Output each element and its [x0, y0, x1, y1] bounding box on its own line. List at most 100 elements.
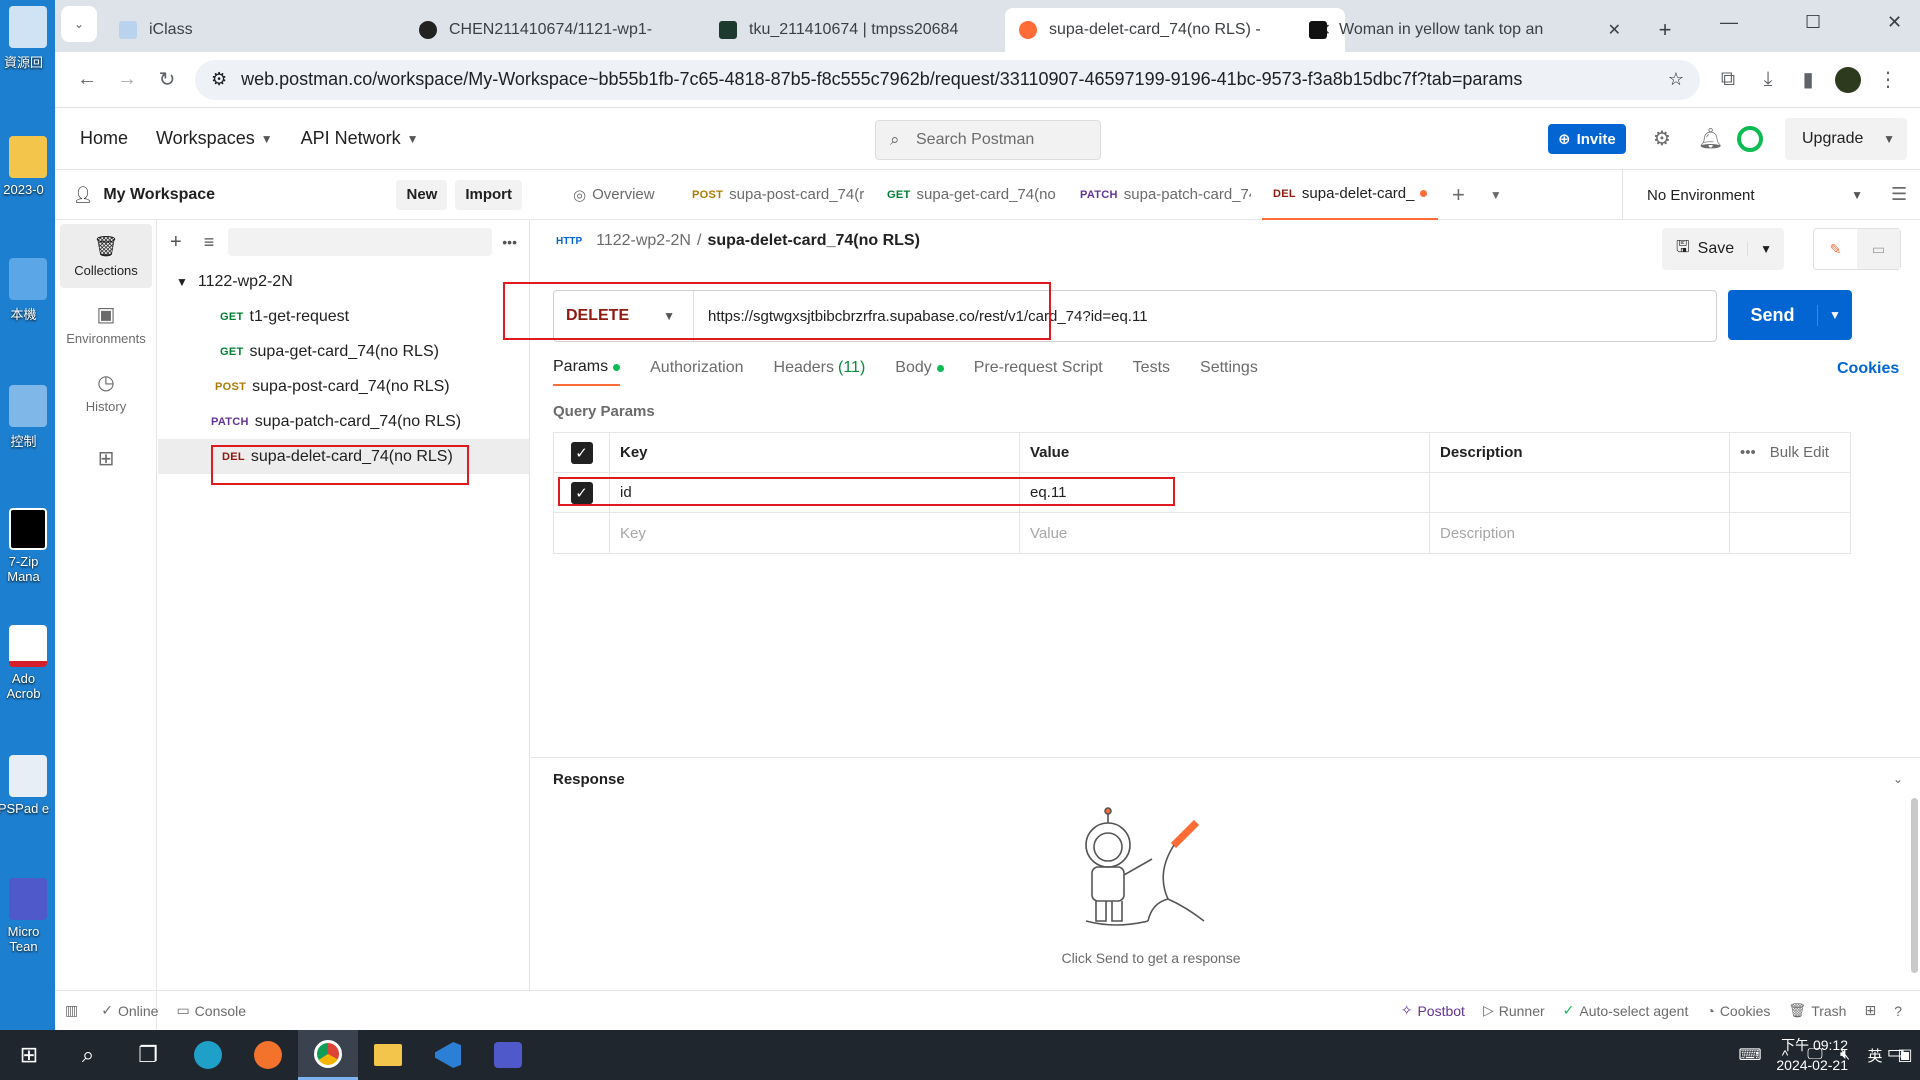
- cookies-button[interactable]: ◔ Cookies: [1706, 1003, 1770, 1019]
- settings-gear-icon[interactable]: ⚙: [1653, 126, 1671, 151]
- site-info-icon[interactable]: ⚙: [211, 69, 227, 90]
- browser-tab[interactable]: iClass✕: [105, 8, 445, 52]
- cookies-link[interactable]: Cookies: [1837, 360, 1899, 378]
- desktop-icon-pspad[interactable]: PSPad e: [0, 755, 55, 816]
- desktop-icon-control-panel[interactable]: 控制: [0, 385, 55, 450]
- firefox-icon[interactable]: [238, 1030, 298, 1080]
- param-description-placeholder[interactable]: Description: [1430, 513, 1730, 553]
- nav-home[interactable]: Home: [80, 128, 128, 149]
- browser-tab[interactable]: CHEN211410674/1121-wp1-✕: [405, 8, 745, 52]
- request-item-selected[interactable]: DEL supa-delet-card_74(no RLS): [158, 439, 529, 474]
- search-icon[interactable]: ⌕: [58, 1030, 118, 1080]
- new-tab-button[interactable]: +: [1645, 8, 1685, 52]
- tab-params[interactable]: Params: [553, 350, 621, 386]
- system-clock[interactable]: 下午 09:12 2024-02-21: [1776, 1035, 1848, 1075]
- collection-folder[interactable]: ▼ 1122-wp2-2N: [158, 264, 529, 299]
- request-item[interactable]: GET t1-get-request: [158, 299, 529, 334]
- param-value-input[interactable]: eq.11: [1020, 473, 1430, 512]
- browser-tab-active[interactable]: supa-delet-card_74(no RLS) -✕: [1005, 8, 1345, 52]
- chevron-down-icon[interactable]: ⌄: [1893, 772, 1903, 786]
- profile-avatar[interactable]: [1828, 60, 1868, 100]
- new-tab-button[interactable]: +: [1438, 170, 1479, 220]
- chrome-icon[interactable]: [298, 1030, 358, 1080]
- url-omnibox[interactable]: ⚙ web.postman.co/workspace/My-Workspace~…: [195, 59, 1700, 100]
- tab-request[interactable]: POST supa-post-card_74(r: [681, 170, 876, 220]
- bookmark-star-icon[interactable]: ☆: [1668, 69, 1684, 90]
- back-icon[interactable]: ←: [67, 60, 107, 100]
- nav-workspaces[interactable]: Workspaces ▼: [156, 128, 273, 149]
- request-item[interactable]: POST supa-post-card_74(no RLS): [158, 369, 529, 404]
- extensions-icon[interactable]: ⧉: [1708, 60, 1748, 100]
- download-icon[interactable]: ⤓: [1748, 60, 1788, 100]
- tab-authorization[interactable]: Authorization: [650, 350, 743, 386]
- upgrade-button[interactable]: Upgrade ▼: [1785, 118, 1907, 160]
- tab-search-icon[interactable]: ⌄: [61, 6, 97, 42]
- notifications-bell-icon[interactable]: 🔔︎: [1698, 126, 1723, 151]
- more-icon[interactable]: •••: [502, 234, 517, 250]
- tab-request-active[interactable]: DELsupa-delet-card_74(: [1262, 170, 1438, 220]
- side-panel-icon[interactable]: ▮: [1788, 60, 1828, 100]
- two-pane-icon[interactable]: ⊞: [1864, 1002, 1876, 1019]
- method-select[interactable]: DELETE ▼: [554, 291, 694, 341]
- filter-input[interactable]: [228, 228, 493, 256]
- environment-quicklook-icon[interactable]: ☰: [1891, 184, 1907, 205]
- bulk-edit-link[interactable]: Bulk Edit: [1770, 444, 1829, 461]
- toggle-sidebar-icon[interactable]: ▥: [65, 1002, 83, 1019]
- scrollbar[interactable]: [1911, 798, 1918, 973]
- desktop-icon-this-pc[interactable]: 本機: [0, 258, 55, 323]
- param-checkbox[interactable]: ✓: [570, 481, 593, 504]
- chevron-down-icon[interactable]: ▼: [1818, 308, 1852, 322]
- minimize-icon[interactable]: —: [1720, 12, 1738, 33]
- param-key-placeholder[interactable]: Key: [610, 513, 1020, 553]
- environment-selector[interactable]: No Environment ▼: [1622, 170, 1877, 220]
- new-button[interactable]: New: [396, 179, 448, 210]
- nav-api-network[interactable]: API Network ▼: [301, 128, 419, 149]
- auto-select-agent-button[interactable]: ✓ Auto-select agent: [1563, 1002, 1689, 1019]
- notifications-icon[interactable]: ▭1: [1887, 1042, 1906, 1063]
- vscode-icon[interactable]: [418, 1030, 478, 1080]
- add-icon[interactable]: +: [170, 231, 182, 254]
- tab-headers[interactable]: Headers (11): [774, 350, 866, 386]
- user-avatar[interactable]: [1737, 126, 1763, 152]
- tab-body[interactable]: Body: [895, 350, 944, 386]
- reload-icon[interactable]: ↻: [147, 60, 187, 100]
- chevron-down-icon[interactable]: ▼: [1747, 242, 1772, 256]
- param-key-input[interactable]: id: [610, 473, 1020, 512]
- runner-button[interactable]: ▷ Runner: [1483, 1002, 1545, 1019]
- browser-menu-icon[interactable]: ⋮: [1868, 60, 1908, 100]
- file-explorer-icon[interactable]: [358, 1030, 418, 1080]
- teams-icon[interactable]: [478, 1030, 538, 1080]
- edge-icon[interactable]: [178, 1030, 238, 1080]
- desktop-icon-recycle-bin[interactable]: 資源回: [0, 6, 55, 71]
- online-status[interactable]: ✓ Online: [101, 1002, 158, 1019]
- import-button[interactable]: Import: [455, 179, 522, 210]
- tab-overview[interactable]: ◎ Overview: [531, 170, 681, 220]
- help-icon[interactable]: ?: [1894, 1003, 1902, 1019]
- param-value-placeholder[interactable]: Value: [1020, 513, 1430, 553]
- search-postman-input[interactable]: ⌕ Search Postman: [875, 120, 1101, 160]
- sidebar-item-configure[interactable]: ⊞: [60, 428, 152, 492]
- tab-pre-request-script[interactable]: Pre-request Script: [974, 350, 1103, 386]
- edit-pencil-icon[interactable]: ✎: [1814, 229, 1857, 269]
- desktop-icon-folder[interactable]: 2023-0: [0, 136, 55, 197]
- sidebar-item-environments[interactable]: ▣ Environments: [60, 292, 152, 356]
- trash-button[interactable]: 🗑︎ Trash: [1788, 1002, 1846, 1019]
- request-item[interactable]: PATCH supa-patch-card_74(no RLS): [158, 404, 529, 439]
- tab-request[interactable]: GET supa-get-card_74(no: [876, 170, 1069, 220]
- ime-indicator[interactable]: 英: [1860, 1030, 1890, 1080]
- desktop-icon-7zip[interactable]: 7-Zip Mana: [0, 508, 55, 584]
- task-view-icon[interactable]: ❐: [118, 1030, 178, 1080]
- tab-tests[interactable]: Tests: [1133, 350, 1170, 386]
- postbot-button[interactable]: ✧ Postbot: [1401, 1002, 1465, 1019]
- desktop-icon-teams[interactable]: Micro Tean: [0, 878, 55, 954]
- desktop-icon-acrobat[interactable]: Ado Acrob: [0, 625, 55, 701]
- breadcrumb-request[interactable]: supa-delet-card_74(no RLS): [707, 232, 919, 250]
- select-all-checkbox[interactable]: ✓: [570, 441, 593, 464]
- sidebar-item-history[interactable]: ◷ History: [60, 360, 152, 424]
- windows-start-icon[interactable]: ⊞: [0, 1030, 58, 1080]
- forward-icon[interactable]: →: [107, 60, 147, 100]
- send-button[interactable]: Send ▼: [1728, 290, 1852, 340]
- request-item[interactable]: GET supa-get-card_74(no RLS): [158, 334, 529, 369]
- keyboard-icon[interactable]: ⌨: [1730, 1030, 1770, 1080]
- tabs-menu-chevron-icon[interactable]: ▼: [1479, 170, 1513, 220]
